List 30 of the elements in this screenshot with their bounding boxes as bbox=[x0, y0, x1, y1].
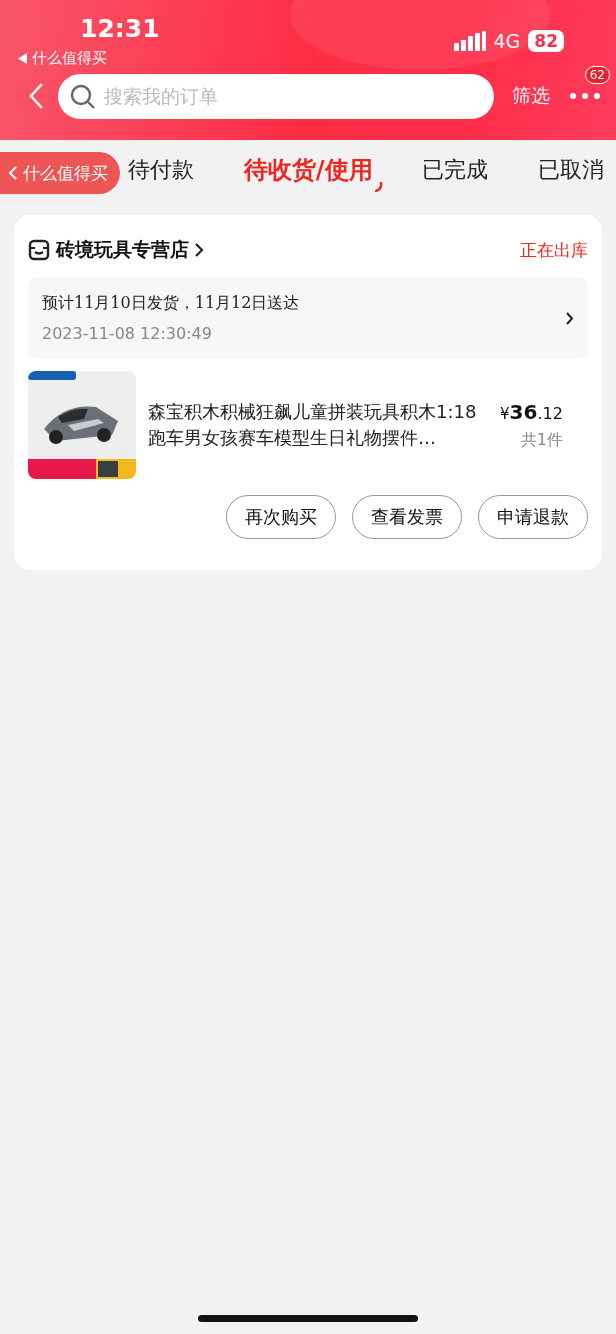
order-time: 2023-11-08 12:30:49 bbox=[42, 324, 213, 343]
product-quantity: 共1件 bbox=[519, 429, 563, 451]
tab[interactable]: 待收货/使用 bbox=[243, 150, 373, 190]
more-icon bbox=[568, 90, 602, 101]
store-link[interactable]: 砖境玩具专营店 bbox=[28, 237, 204, 263]
filter-button[interactable]: 筛选 bbox=[508, 83, 554, 109]
action-button[interactable]: 再次购买 bbox=[226, 495, 336, 539]
tab[interactable]: 已完成 bbox=[422, 151, 489, 189]
order-status: 正在出库 bbox=[520, 238, 588, 262]
shipping-note: 预计11月10日发货，11月12日送达 bbox=[42, 293, 300, 314]
action-button[interactable]: 查看发票 bbox=[352, 495, 462, 539]
tab[interactable]: 已取消 bbox=[537, 151, 604, 189]
product-price: ¥36.12 bbox=[500, 399, 563, 424]
triangle-icon bbox=[18, 53, 28, 64]
action-button[interactable]: 申请退款 bbox=[478, 495, 588, 539]
tab-indicator bbox=[374, 182, 383, 192]
network-label: 4G bbox=[493, 30, 521, 52]
notification-badge: 62 bbox=[584, 66, 610, 84]
chevron-right-icon bbox=[195, 243, 204, 257]
tab[interactable]: 待付款 bbox=[128, 151, 194, 189]
product-title[interactable]: 森宝积木积械狂飙儿童拼装玩具积木1:18跑车男女孩赛车模型生日礼物摆件… bbox=[148, 399, 488, 451]
chevron-left-icon bbox=[8, 166, 17, 180]
chevron-right-icon bbox=[566, 311, 574, 325]
status-time: 12:31 bbox=[80, 14, 160, 43]
back-icon[interactable] bbox=[28, 82, 44, 110]
shipping-panel[interactable]: 预计11月10日发货，11月12日送达 2023-11-08 12:30:49 bbox=[28, 277, 588, 359]
battery-indicator: 82 bbox=[528, 30, 564, 52]
store-icon bbox=[28, 239, 50, 261]
signal-icon bbox=[453, 31, 486, 51]
search-field[interactable]: 搜索我的订单 bbox=[58, 73, 494, 119]
